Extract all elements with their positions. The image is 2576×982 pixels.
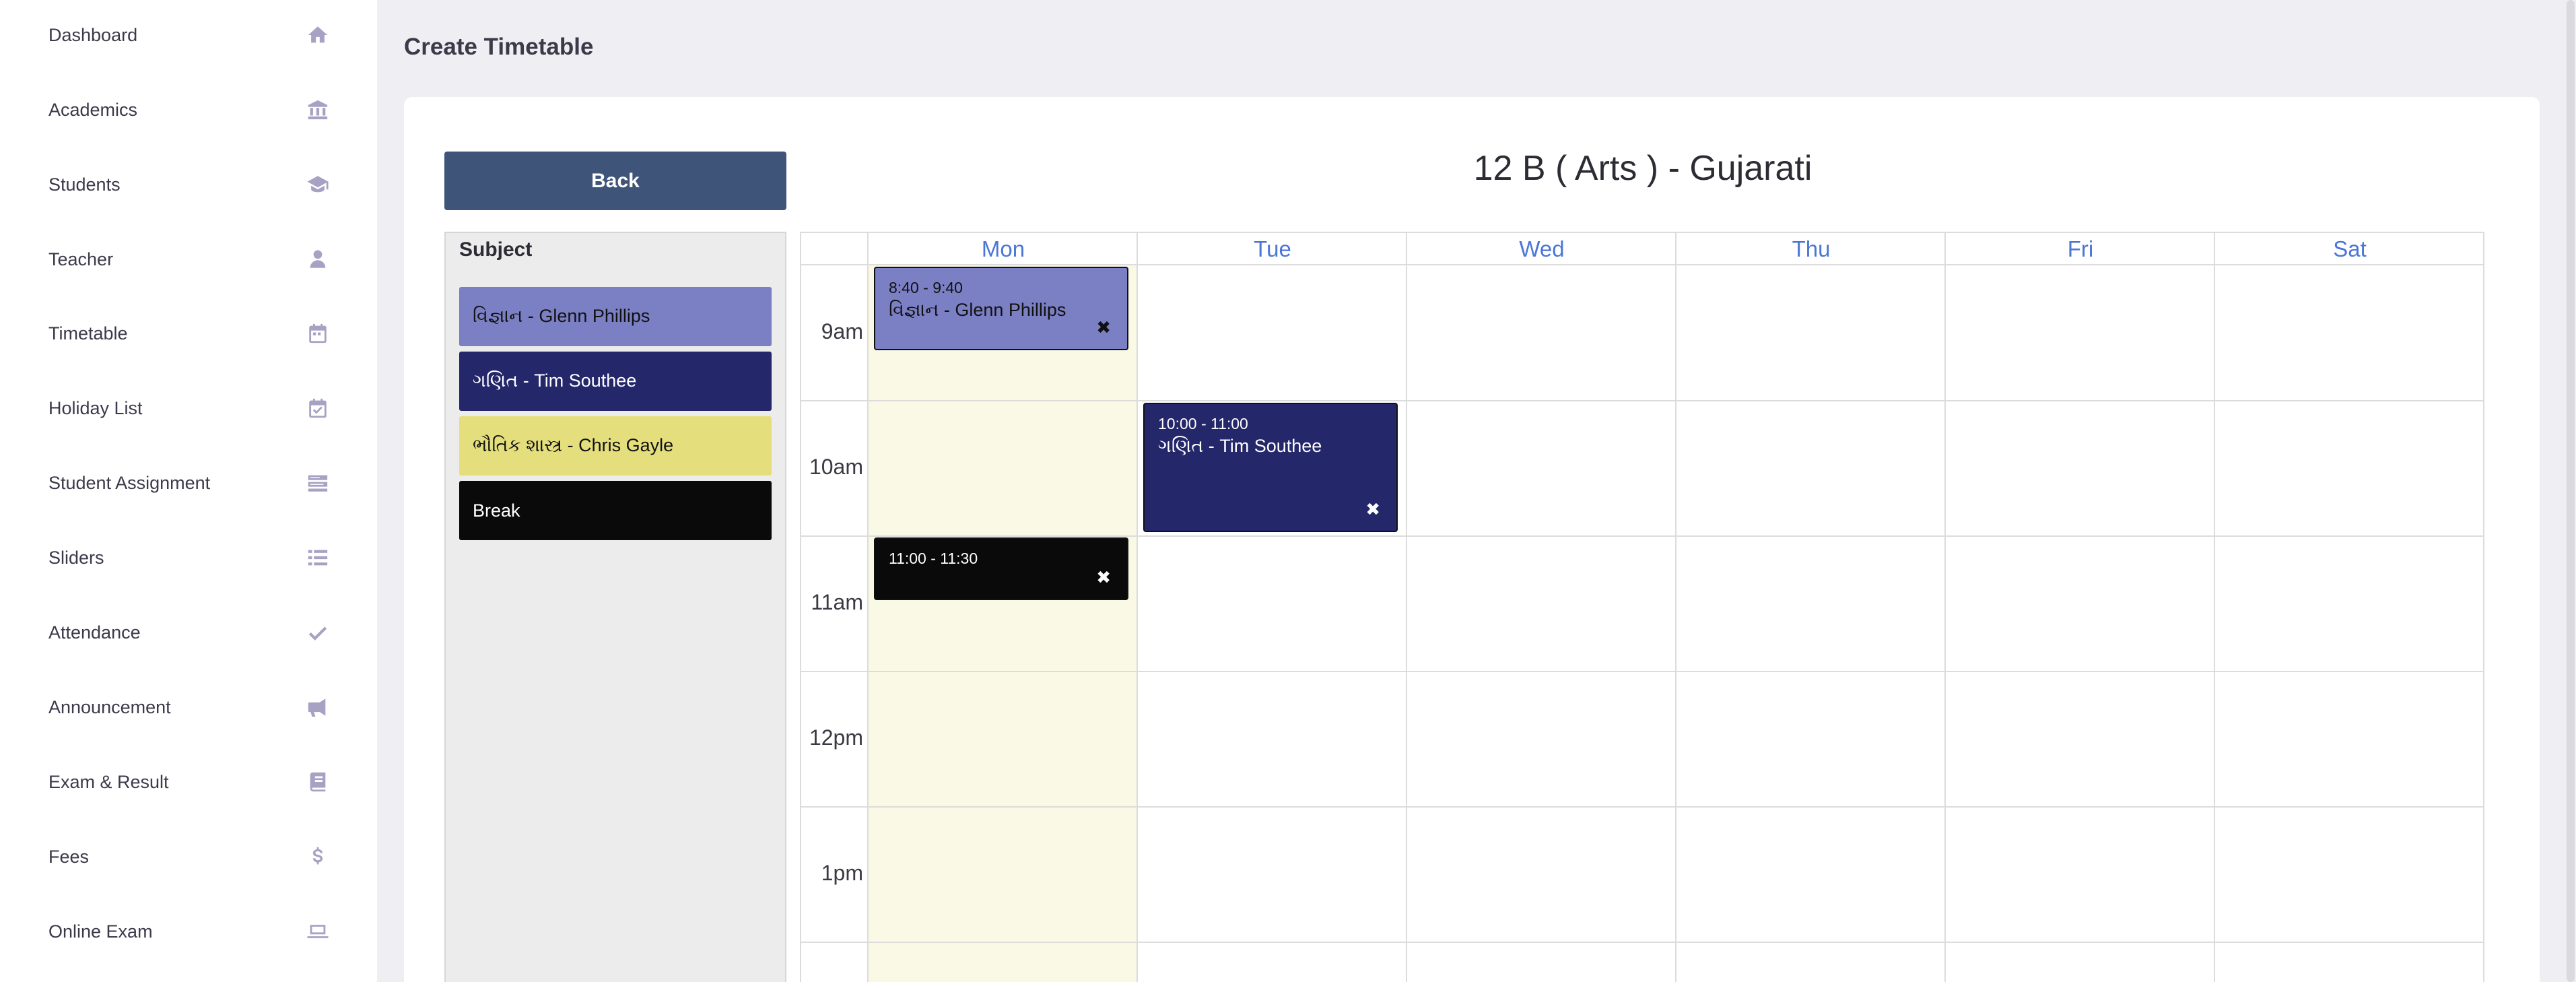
subject-item-science[interactable]: વિજ્ઞાન - Glenn Phillips — [459, 287, 772, 346]
bullhorn-icon — [304, 694, 331, 721]
grid-line — [801, 942, 2483, 943]
grid-line — [801, 264, 2483, 265]
calendar-check-icon — [304, 395, 331, 422]
user-icon — [304, 246, 331, 273]
subject-item-maths[interactable]: ગણિત - Tim Southee — [459, 352, 772, 411]
day-header-sat[interactable]: Sat — [2215, 233, 2484, 265]
time-label: 9am — [821, 319, 863, 343]
timetable-heading: 12 B ( Arts ) - Gujarati — [1473, 149, 1812, 188]
sidebar-item-academics[interactable]: Academics — [48, 90, 331, 130]
dollar-icon — [304, 843, 331, 870]
grid-line — [801, 806, 2483, 808]
subject-panel-title: Subject — [459, 238, 533, 261]
day-header-mon[interactable]: Mon — [869, 233, 1138, 265]
day-header-wed[interactable]: Wed — [1407, 233, 1676, 265]
page-scrollbar[interactable] — [2565, 0, 2576, 982]
sidebar-item-exam-result[interactable]: Exam & Result — [48, 762, 331, 802]
sidebar-item-label: Student Assignment — [48, 472, 211, 493]
sidebar-item-label: Attendance — [48, 622, 141, 643]
laptop-icon — [304, 918, 331, 945]
scrollbar-thumb[interactable] — [2567, 0, 2575, 982]
sidebar-item-label: Teacher — [48, 249, 114, 269]
day-header-fri[interactable]: Fri — [1946, 233, 2215, 265]
sidebar-item-label: Sliders — [48, 547, 104, 568]
sidebar-item-online-exam[interactable]: Online Exam — [48, 911, 331, 952]
sidebar-item-label: Timetable — [48, 323, 128, 343]
grid-line — [2214, 233, 2215, 982]
grid-line — [867, 233, 869, 982]
sidebar-item-holiday-list[interactable]: Holiday List — [48, 388, 331, 428]
close-icon[interactable]: ✖ — [1096, 317, 1111, 338]
sidebar: Dashboard Academics Students Teacher Tim… — [0, 0, 377, 982]
calendar-icon — [304, 320, 331, 347]
timetable-calendar: Mon Tue Wed Thu Fri Sat 9am 10am 11am 12… — [800, 232, 2484, 982]
today-column-highlight — [869, 265, 1138, 982]
event-title: ગણિત - Tim Southee — [1158, 436, 1322, 456]
sidebar-item-students[interactable]: Students — [48, 164, 331, 205]
subject-panel: Subject વિજ્ઞાન - Glenn Phillips ગણિત - … — [444, 232, 786, 982]
bank-icon — [304, 96, 331, 123]
event-time: 11:00 - 11:30 — [889, 550, 978, 567]
grid-line — [801, 400, 2483, 401]
grid-line — [801, 671, 2483, 672]
subject-item-physics[interactable]: ભૌતિક શાસ્ત્ર - Chris Gayle — [459, 416, 772, 476]
close-icon[interactable]: ✖ — [1365, 499, 1380, 520]
sidebar-item-dashboard[interactable]: Dashboard — [48, 15, 331, 55]
day-header-thu[interactable]: Thu — [1676, 233, 1946, 265]
time-label: 12pm — [809, 725, 863, 750]
event-time: 10:00 - 11:00 — [1158, 415, 1248, 432]
home-icon — [304, 22, 331, 48]
grid-line — [1944, 233, 1946, 982]
sidebar-item-label: Holiday List — [48, 397, 143, 418]
sidebar-item-label: Online Exam — [48, 921, 153, 942]
subject-item-break[interactable]: Break — [459, 481, 772, 540]
close-icon[interactable]: ✖ — [1096, 567, 1111, 588]
sidebar-item-label: Dashboard — [48, 24, 138, 45]
list-icon — [304, 544, 331, 571]
event-title: વિજ્ઞાન - Glenn Phillips — [889, 300, 1066, 320]
grid-line — [1137, 233, 1138, 982]
book-icon — [304, 768, 331, 795]
grid-line — [801, 535, 2483, 537]
sidebar-item-label: Announcement — [48, 696, 171, 717]
event-time: 8:40 - 9:40 — [889, 279, 963, 296]
sidebar-item-student-assignment[interactable]: Student Assignment — [48, 463, 331, 503]
tasks-icon — [304, 469, 331, 496]
page-title: Create Timetable — [404, 34, 594, 60]
grid-line — [1675, 233, 1676, 982]
timetable-event[interactable]: 8:40 - 9:40 વિજ્ઞાન - Glenn Phillips ✖ — [874, 267, 1128, 350]
time-label: 10am — [809, 455, 863, 479]
check-icon — [304, 619, 331, 646]
graduation-cap-icon — [304, 171, 331, 198]
sidebar-item-timetable[interactable]: Timetable — [48, 313, 331, 354]
sidebar-item-attendance[interactable]: Attendance — [48, 612, 331, 653]
sidebar-item-sliders[interactable]: Sliders — [48, 537, 331, 578]
timetable-event[interactable]: 10:00 - 11:00 ગણિત - Tim Southee ✖ — [1143, 403, 1398, 532]
grid-line — [1406, 233, 1407, 982]
time-label: 11am — [811, 590, 863, 614]
sidebar-item-announcement[interactable]: Announcement — [48, 687, 331, 727]
sidebar-item-label: Fees — [48, 846, 90, 867]
back-button[interactable]: Back — [444, 152, 786, 210]
sidebar-item-fees[interactable]: Fees — [48, 837, 331, 877]
sidebar-item-label: Exam & Result — [48, 771, 169, 792]
time-label: 1pm — [821, 861, 863, 885]
sidebar-item-label: Academics — [48, 99, 138, 120]
sidebar-item-teacher[interactable]: Teacher — [48, 239, 331, 280]
timetable-event[interactable]: 11:00 - 11:30 ✖ — [874, 537, 1128, 600]
day-header-tue[interactable]: Tue — [1138, 233, 1407, 265]
sidebar-item-label: Students — [48, 174, 121, 195]
